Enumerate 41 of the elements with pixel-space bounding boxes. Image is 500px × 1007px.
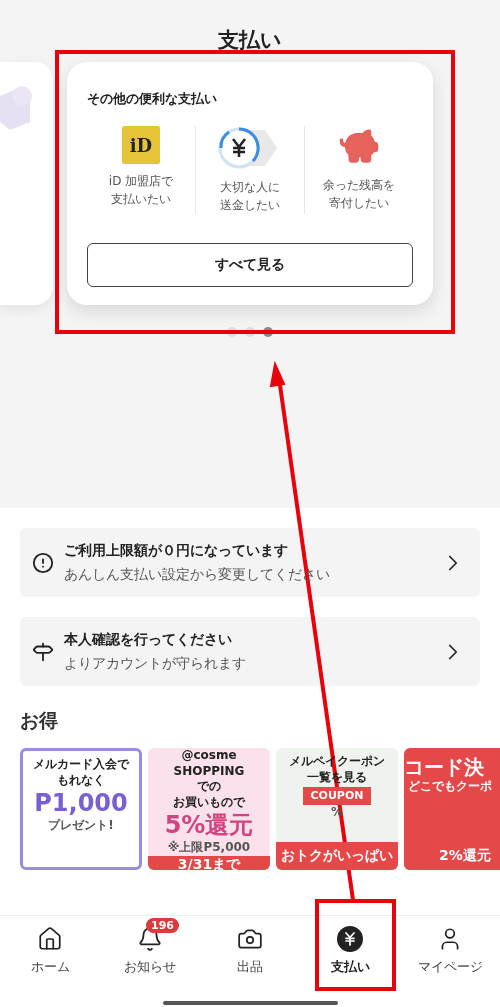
banner-text: での xyxy=(197,779,221,795)
tab-item[interactable]: マイページ xyxy=(400,918,500,976)
banner-text: @cosme xyxy=(181,748,237,764)
promo-banner[interactable]: メルカード入会で もれなく P1,000 プレゼント! xyxy=(20,748,142,870)
tab-item[interactable]: ホーム xyxy=(0,918,100,976)
page-dot[interactable] xyxy=(263,327,273,337)
option-label[interactable]: 大切な人に 送金したい xyxy=(220,178,280,214)
id-logo-icon: iD xyxy=(122,126,160,164)
tab-item[interactable]: 支払い xyxy=(300,918,400,976)
banner-text: SHOPPING xyxy=(173,763,245,780)
count-badge: 196 xyxy=(146,918,179,933)
banner-headline: 5%還元 xyxy=(164,812,254,839)
notice-title: 本人確認を行ってください xyxy=(64,630,233,649)
notice-card[interactable]: 本人確認を行ってください よりアカウントが守られます xyxy=(20,617,480,686)
banner-note: プレゼント! xyxy=(48,816,114,834)
signpost-icon xyxy=(32,640,54,663)
banner-headline: P1,000 xyxy=(34,790,128,817)
see-all-button[interactable]: すべて見る xyxy=(87,243,413,287)
banner-text: メルカード入会で xyxy=(33,757,129,773)
section-title: お得 xyxy=(20,708,59,733)
alert-icon xyxy=(32,551,54,574)
banner-headline: コード決 xyxy=(404,756,484,778)
option-label[interactable]: iD 加盟店で 支払いたい xyxy=(108,172,174,208)
tab-item[interactable]: 196 お知らせ xyxy=(100,918,200,976)
promo-banner[interactable]: コード決 どこでもクーポ 2%還元 xyxy=(404,748,500,870)
page-dot[interactable] xyxy=(245,327,255,337)
notice-subtitle: よりアカウントが守られます xyxy=(64,654,247,673)
page-dot[interactable] xyxy=(227,327,237,337)
tab-item[interactable]: 出品 xyxy=(200,918,300,976)
home-icon xyxy=(37,926,63,952)
page-title: 支払い xyxy=(218,27,282,54)
banner-text: もれなく xyxy=(57,772,105,789)
banner-headline: COUPON xyxy=(302,787,372,806)
card-title: その他の便利な支払い xyxy=(87,90,218,108)
banner-note: どこでもクーポ xyxy=(407,778,492,795)
notice-title: ご利用上限額が０円になっています xyxy=(64,541,289,560)
banner-footer: おトクがいっぱい xyxy=(276,842,398,870)
camera-icon xyxy=(237,926,263,952)
banner-text: お買いもので xyxy=(173,794,245,811)
option-label[interactable]: 余った残高を 寄付したい xyxy=(323,176,395,212)
banner-note: ※上限P5,000 xyxy=(167,838,251,856)
